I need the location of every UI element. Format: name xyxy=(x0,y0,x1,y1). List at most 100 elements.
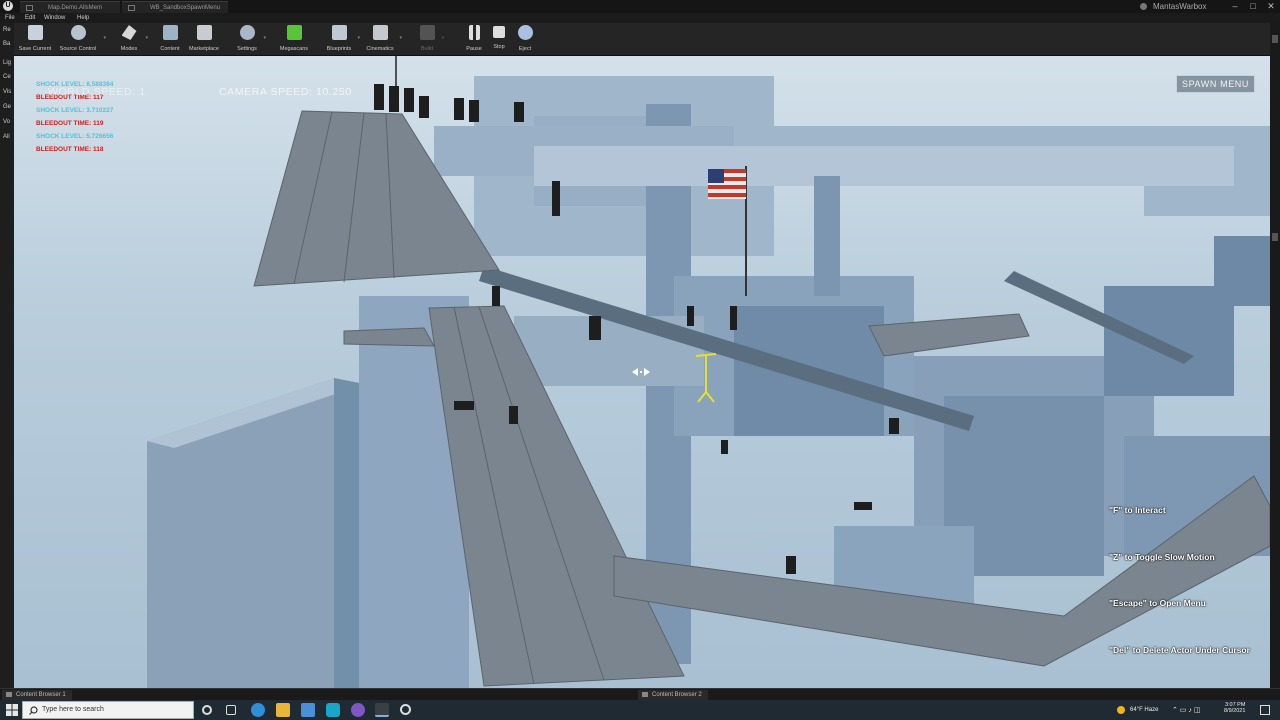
eject-button[interactable]: Eject xyxy=(514,25,536,55)
level-viewport[interactable]: SHOCK LEVEL: 8.588384 BLEEDOUT TIME: 117… xyxy=(14,56,1270,688)
content-icon xyxy=(162,25,178,40)
unreal-engine-taskbar-icon[interactable] xyxy=(375,703,389,717)
weather-icon[interactable] xyxy=(1117,706,1125,714)
content-browser-2-tab[interactable]: Content Browser 2 xyxy=(638,690,708,700)
chevron-down-icon[interactable]: ▾ xyxy=(103,35,106,41)
menu-bar: File Edit Window Help xyxy=(0,13,1280,23)
search-icon xyxy=(29,706,38,715)
modes-panel-collapsed: Re Ba Lig Ce Vis Ge Vo All xyxy=(0,23,14,688)
tab-label: WB_SandboxSpawnMenu xyxy=(150,5,221,11)
stop-button[interactable]: Stop xyxy=(488,25,510,55)
pause-icon xyxy=(468,25,480,40)
rail-item[interactable]: Ge xyxy=(3,104,11,110)
folder-icon xyxy=(6,692,12,697)
close-button[interactable]: ✕ xyxy=(1262,0,1280,13)
blueprints-icon xyxy=(331,25,347,40)
debug-line: SHOCK LEVEL: 3.710227 xyxy=(36,107,114,114)
chevron-down-icon[interactable]: ▾ xyxy=(357,35,360,41)
user-icon xyxy=(1140,3,1147,10)
taskbar-search-input[interactable]: Type here to search xyxy=(22,701,194,719)
menu-window[interactable]: Window xyxy=(44,13,65,23)
level-editor-toolbar: Save Current Source Control ▾ Modes ▾ Co… xyxy=(14,23,1270,56)
unreal-logo-icon[interactable]: U xyxy=(3,1,13,11)
settings-button[interactable]: Settings ▾ xyxy=(234,25,266,55)
rail-item[interactable]: Ce xyxy=(3,74,11,80)
scene-render[interactable] xyxy=(14,56,1270,688)
system-tray-icons[interactable]: ⌃ ▭ ♪ ◫ xyxy=(1172,706,1200,714)
modes-icon xyxy=(121,25,137,40)
menu-file[interactable]: File xyxy=(5,13,15,23)
world-speed-readout: WORLD SPEED: 1 xyxy=(48,86,146,98)
file-explorer-icon[interactable] xyxy=(276,703,290,717)
build-button[interactable]: Build ▾ xyxy=(416,25,444,55)
cortana-icon[interactable] xyxy=(202,705,212,715)
maximize-button[interactable]: □ xyxy=(1244,0,1262,13)
marketplace-icon xyxy=(196,25,212,40)
rail-item[interactable]: Vo xyxy=(3,119,10,125)
search-placeholder: Type here to search xyxy=(42,706,104,713)
save-icon xyxy=(27,25,43,40)
pause-button[interactable]: Pause xyxy=(463,25,485,55)
chevron-down-icon[interactable]: ▾ xyxy=(441,35,444,41)
user-name: MantasWarbox xyxy=(1153,2,1207,11)
spawn-menu-button[interactable]: SPAWN MENU xyxy=(1176,75,1256,93)
tab-map[interactable]: Map.Demo.AllsMem xyxy=(20,1,120,13)
obs-icon[interactable] xyxy=(400,704,411,715)
clock[interactable]: 3:07 PM 8/9/2021 xyxy=(1224,702,1245,714)
weather-text[interactable]: 64°F Haze xyxy=(1130,707,1158,713)
edge-icon[interactable] xyxy=(251,703,265,717)
debug-line: SHOCK LEVEL: 5.726656 xyxy=(36,133,114,140)
minimize-button[interactable]: – xyxy=(1226,0,1244,13)
os-taskbar: Type here to search 64°F Haze ⌃ ▭ ♪ ◫ 3:… xyxy=(0,700,1280,720)
save-current-button[interactable]: Save Current xyxy=(16,25,54,55)
cinematics-icon xyxy=(372,25,388,40)
clock-date: 8/9/2021 xyxy=(1224,708,1246,714)
hint-open-menu: "Escape" to Open Menu xyxy=(1109,598,1206,608)
hint-interact: "F" to Interact xyxy=(1109,505,1166,515)
widget-blueprint-icon xyxy=(128,5,135,11)
debug-line: BLEEDOUT TIME: 119 xyxy=(36,120,104,127)
rail-item[interactable]: Ba xyxy=(3,41,10,47)
chevron-down-icon[interactable]: ▾ xyxy=(263,35,266,41)
stop-icon xyxy=(493,26,505,38)
content-button[interactable]: Content xyxy=(157,25,183,55)
map-icon xyxy=(26,5,33,11)
camera-speed-readout: CAMERA SPEED: 10.250 xyxy=(219,86,352,98)
chevron-down-icon[interactable]: ▾ xyxy=(145,35,148,41)
panel-tab[interactable] xyxy=(1272,35,1278,43)
rail-item[interactable]: Lig xyxy=(3,60,11,66)
marketplace-button[interactable]: Marketplace xyxy=(186,25,222,55)
source-control-icon xyxy=(70,25,86,40)
title-bar: U Map.Demo.AllsMem WB_SandboxSpawnMenu M… xyxy=(0,0,1280,13)
tab-label: Map.Demo.AllsMem xyxy=(48,5,103,11)
folder-icon xyxy=(642,692,648,697)
hint-delete-actor: "Del" to Delete Actor Under Cursor xyxy=(1109,645,1250,655)
windows-start-icon[interactable] xyxy=(6,704,18,716)
blueprints-button[interactable]: Blueprints ▾ xyxy=(324,25,360,55)
source-control-button[interactable]: Source Control ▾ xyxy=(56,25,106,55)
mail-icon[interactable] xyxy=(301,703,315,717)
rail-item[interactable]: Vis xyxy=(3,89,11,95)
modes-button[interactable]: Modes ▾ xyxy=(116,25,148,55)
user-account[interactable]: MantasWarbox xyxy=(1140,0,1207,13)
task-view-icon[interactable] xyxy=(226,705,236,715)
settings-icon xyxy=(239,25,255,40)
panel-tab[interactable] xyxy=(1272,233,1278,241)
right-panel-collapsed xyxy=(1270,23,1280,688)
app-icon[interactable] xyxy=(326,703,340,717)
megascans-button[interactable]: Megascans xyxy=(278,25,310,55)
menu-edit[interactable]: Edit xyxy=(25,13,35,23)
content-browser-bar: Content Browser 1 Content Browser 2 xyxy=(0,688,1280,700)
discord-icon[interactable] xyxy=(351,703,365,717)
cinematics-button[interactable]: Cinematics ▾ xyxy=(364,25,402,55)
menu-help[interactable]: Help xyxy=(77,13,89,23)
tab-spawn-menu[interactable]: WB_SandboxSpawnMenu xyxy=(122,1,228,13)
chevron-down-icon[interactable]: ▾ xyxy=(399,35,402,41)
rail-item[interactable]: Re xyxy=(3,27,11,33)
rail-item[interactable]: All xyxy=(3,134,10,140)
notifications-icon[interactable] xyxy=(1260,705,1270,715)
eject-icon xyxy=(517,25,533,40)
content-browser-1-tab[interactable]: Content Browser 1 xyxy=(2,690,72,700)
debug-line: BLEEDOUT TIME: 118 xyxy=(36,146,104,153)
megascans-icon xyxy=(286,25,302,40)
